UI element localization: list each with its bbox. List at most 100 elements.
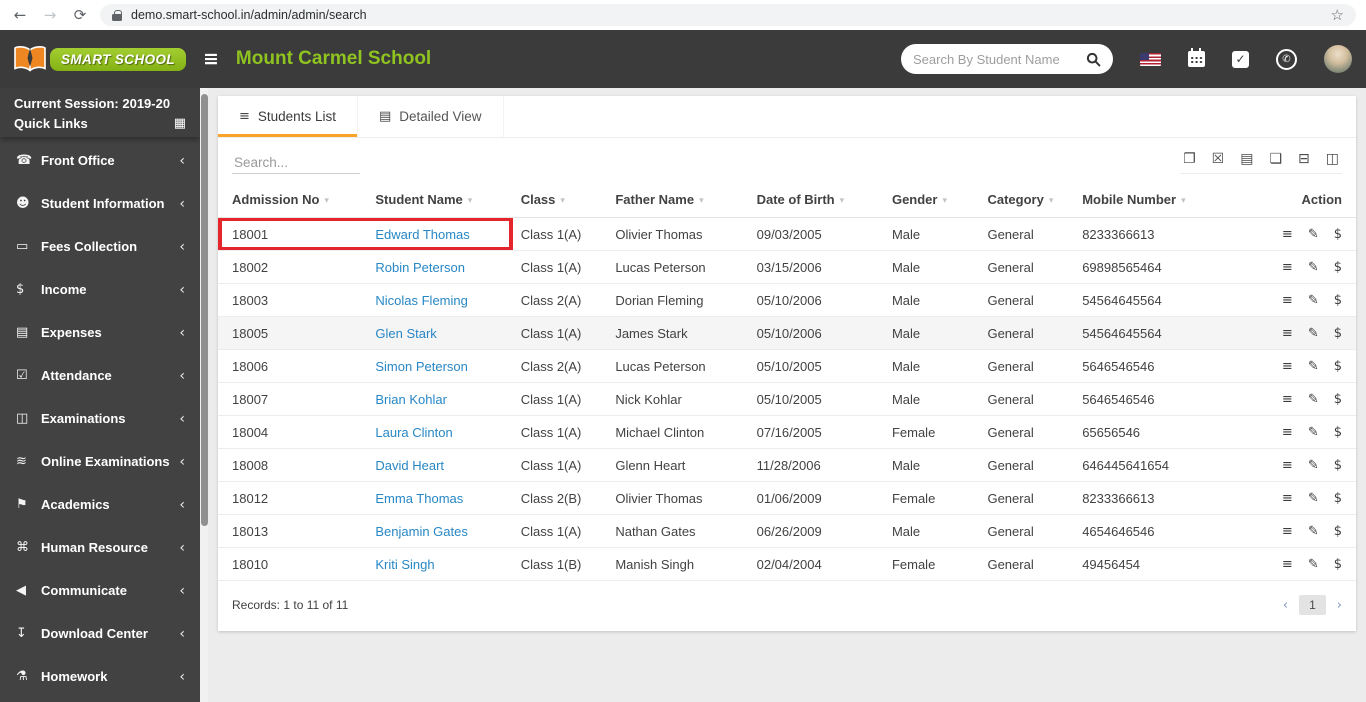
action-edit-button[interactable]: ✎ — [1308, 227, 1319, 242]
refresh-icon[interactable]: ⟳ — [70, 8, 90, 23]
sort-arrow-icon[interactable]: ▾ — [699, 196, 704, 206]
url-bar[interactable]: demo.smart-school.in/admin/admin/search … — [100, 4, 1356, 26]
action-fees-button[interactable]: $ — [1334, 524, 1342, 539]
student-name-link[interactable]: Brian Kohlar — [375, 392, 447, 407]
student-name-link[interactable]: Benjamin Gates — [375, 524, 468, 539]
column-header-gender[interactable]: Gender▾ — [884, 182, 980, 218]
action-menu-button[interactable]: ≡ — [1282, 491, 1293, 506]
back-icon[interactable]: ← — [10, 8, 30, 23]
tab-detailed-view[interactable]: ▤Detailed View — [358, 96, 504, 137]
action-menu-button[interactable]: ≡ — [1282, 260, 1293, 275]
student-name-link[interactable]: David Heart — [375, 458, 444, 473]
action-fees-button[interactable]: $ — [1334, 458, 1342, 473]
student-name-link[interactable]: Glen Stark — [375, 326, 436, 341]
action-menu-button[interactable]: ≡ — [1282, 326, 1293, 341]
calendar-icon[interactable] — [1188, 51, 1205, 67]
action-edit-button[interactable]: ✎ — [1308, 359, 1319, 374]
action-menu-button[interactable]: ≡ — [1282, 293, 1293, 308]
sort-arrow-icon[interactable]: ▾ — [560, 196, 565, 206]
sidebar-item-human-resource[interactable]: ⌘Human Resource‹ — [0, 526, 200, 569]
sidebar-item-academics[interactable]: ⚑Academics‹ — [0, 483, 200, 526]
action-menu-button[interactable]: ≡ — [1282, 458, 1293, 473]
sidebar-item-attendance[interactable]: ☑Attendance‹ — [0, 354, 200, 397]
column-header-category[interactable]: Category▾ — [979, 182, 1074, 218]
sidebar-item-online-examinations[interactable]: ≋Online Examinations‹ — [0, 440, 200, 483]
action-fees-button[interactable]: $ — [1334, 326, 1342, 341]
tasks-icon[interactable]: ✓ — [1232, 51, 1249, 68]
pagination-page-1[interactable]: 1 — [1299, 595, 1326, 615]
column-header-action[interactable]: Action — [1259, 182, 1356, 218]
column-header-student-name[interactable]: Student Name▾ — [367, 182, 512, 218]
student-name-link[interactable]: Emma Thomas — [375, 491, 463, 506]
excel-icon[interactable]: ☒ — [1212, 152, 1225, 166]
columns-icon[interactable]: ◫ — [1326, 152, 1339, 166]
sidebar-item-homework[interactable]: ⚗Homework‹ — [0, 655, 200, 698]
sort-arrow-icon[interactable]: ▾ — [1049, 196, 1054, 206]
action-fees-button[interactable]: $ — [1334, 491, 1342, 506]
sidebar-scrollbar[interactable] — [200, 88, 208, 702]
sort-arrow-icon[interactable]: ▾ — [840, 196, 845, 206]
student-name-link[interactable]: Simon Peterson — [375, 359, 468, 374]
sort-arrow-icon[interactable]: ▾ — [942, 196, 947, 206]
sort-arrow-icon[interactable]: ▾ — [468, 196, 473, 206]
print-icon[interactable]: ⊟ — [1298, 152, 1310, 166]
action-fees-button[interactable]: $ — [1334, 293, 1342, 308]
action-menu-button[interactable]: ≡ — [1282, 524, 1293, 539]
csv-icon[interactable]: ▤ — [1240, 152, 1253, 166]
action-edit-button[interactable]: ✎ — [1308, 557, 1319, 572]
tab-students-list[interactable]: ≡Students List — [218, 96, 358, 137]
action-menu-button[interactable]: ≡ — [1282, 227, 1293, 242]
action-edit-button[interactable]: ✎ — [1308, 491, 1319, 506]
action-edit-button[interactable]: ✎ — [1308, 425, 1319, 440]
copy-icon[interactable]: ❐ — [1183, 152, 1196, 166]
action-edit-button[interactable]: ✎ — [1308, 524, 1319, 539]
pagination-next[interactable]: › — [1337, 598, 1342, 613]
action-edit-button[interactable]: ✎ — [1308, 293, 1319, 308]
sidebar-item-communicate[interactable]: ◀Communicate‹ — [0, 569, 200, 612]
student-search-box[interactable] — [901, 44, 1113, 74]
student-name-link[interactable]: Nicolas Fleming — [375, 293, 467, 308]
action-menu-button[interactable]: ≡ — [1282, 392, 1293, 407]
user-avatar[interactable] — [1324, 45, 1352, 73]
column-header-mobile-number[interactable]: Mobile Number▾ — [1074, 182, 1259, 218]
app-logo[interactable]: SMART SCHOOL — [0, 45, 188, 73]
sidebar-item-examinations[interactable]: ◫Examinations‹ — [0, 397, 200, 440]
student-search-input[interactable] — [913, 52, 1080, 67]
sort-arrow-icon[interactable]: ▾ — [1181, 196, 1186, 206]
sort-arrow-icon[interactable]: ▾ — [324, 196, 329, 206]
us-flag-icon[interactable] — [1140, 53, 1161, 66]
action-menu-button[interactable]: ≡ — [1282, 425, 1293, 440]
action-fees-button[interactable]: $ — [1334, 557, 1342, 572]
action-edit-button[interactable]: ✎ — [1308, 458, 1319, 473]
sidebar-item-income[interactable]: $Income‹ — [0, 268, 200, 311]
pdf-icon[interactable]: ❏ — [1269, 152, 1282, 166]
action-fees-button[interactable]: $ — [1334, 227, 1342, 242]
sidebar-item-front-office[interactable]: ☎Front Office‹ — [0, 139, 200, 182]
action-edit-button[interactable]: ✎ — [1308, 260, 1319, 275]
column-header-father-name[interactable]: Father Name▾ — [607, 182, 748, 218]
student-name-link[interactable]: Edward Thomas — [375, 227, 469, 242]
search-icon[interactable] — [1086, 52, 1101, 67]
bookmark-star-icon[interactable]: ☆ — [1331, 6, 1344, 24]
sidebar-scrollbar-thumb[interactable] — [201, 94, 208, 526]
student-name-link[interactable]: Laura Clinton — [375, 425, 452, 440]
grid-icon[interactable]: ▦ — [174, 116, 186, 131]
action-fees-button[interactable]: $ — [1334, 392, 1342, 407]
sidebar-item-fees-collection[interactable]: ▭Fees Collection‹ — [0, 225, 200, 268]
action-menu-button[interactable]: ≡ — [1282, 557, 1293, 572]
student-name-link[interactable]: Kriti Singh — [375, 557, 434, 572]
quick-links[interactable]: Quick Links ▦ — [14, 116, 186, 131]
column-header-date-of-birth[interactable]: Date of Birth▾ — [749, 182, 884, 218]
column-header-class[interactable]: Class▾ — [513, 182, 608, 218]
forward-icon[interactable]: → — [40, 8, 60, 23]
action-fees-button[interactable]: $ — [1334, 425, 1342, 440]
action-fees-button[interactable]: $ — [1334, 260, 1342, 275]
sidebar-item-download-center[interactable]: ↧Download Center‹ — [0, 612, 200, 655]
whatsapp-icon[interactable]: ✆ — [1276, 49, 1297, 70]
action-edit-button[interactable]: ✎ — [1308, 392, 1319, 407]
column-header-admission-no[interactable]: Admission No▾ — [218, 182, 367, 218]
table-search-input[interactable] — [232, 152, 360, 174]
sidebar-item-student-information[interactable]: ☻Student Information‹ — [0, 182, 200, 225]
sidebar-item-expenses[interactable]: ▤Expenses‹ — [0, 311, 200, 354]
student-name-link[interactable]: Robin Peterson — [375, 260, 465, 275]
